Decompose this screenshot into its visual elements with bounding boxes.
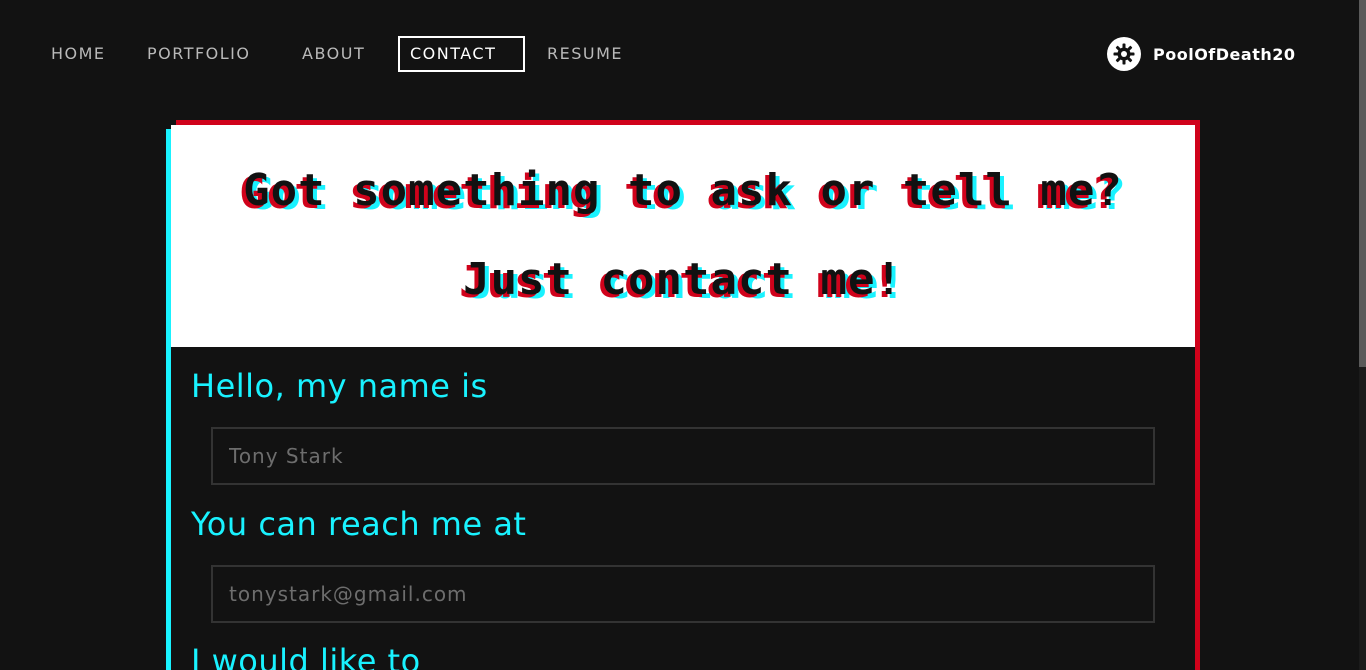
contact-card-header: Got something to ask or tell me? Just co… — [171, 125, 1195, 347]
gear-icon — [1107, 37, 1141, 71]
name-label: Hello, my name is — [191, 367, 488, 405]
nav-about-link[interactable]: ABOUT — [302, 36, 365, 72]
page: HOME PORTFOLIO ABOUT CONTACT RESUME Pool… — [0, 0, 1366, 670]
navbar: HOME PORTFOLIO ABOUT CONTACT RESUME Pool… — [0, 0, 1366, 108]
heading-line-1: Got something to ask or tell me? — [243, 165, 1123, 216]
heading-line-2: Just contact me! — [463, 254, 903, 305]
name-input[interactable] — [211, 427, 1155, 485]
nav-contact-link[interactable]: CONTACT — [398, 36, 525, 72]
nav-portfolio-link[interactable]: PORTFOLIO — [147, 36, 251, 72]
message-label: I would like to — [191, 642, 421, 670]
email-input[interactable] — [211, 565, 1155, 623]
scrollbar-thumb[interactable] — [1359, 0, 1366, 367]
page-scrollbar[interactable] — [1359, 0, 1366, 670]
username: PoolOfDeath20 — [1153, 44, 1296, 64]
email-label: You can reach me at — [191, 505, 527, 543]
user-profile-link[interactable]: PoolOfDeath20 — [1107, 37, 1296, 71]
nav-resume-link[interactable]: RESUME — [547, 36, 623, 72]
contact-card: Got something to ask or tell me? Just co… — [171, 125, 1195, 670]
nav-home-link[interactable]: HOME — [51, 36, 106, 72]
